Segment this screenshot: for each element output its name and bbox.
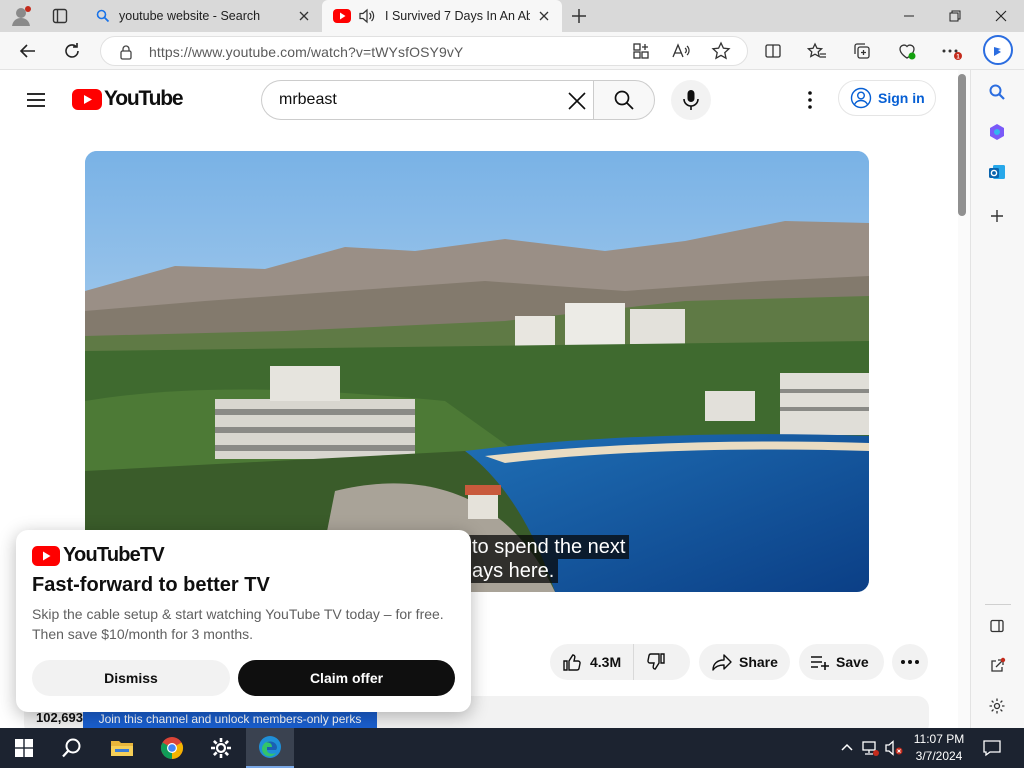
youtube-logo[interactable]: YouTube [72,87,184,111]
search-button[interactable] [593,80,655,120]
microphone-icon [683,90,699,110]
speaker-audio-icon[interactable] [358,8,376,24]
youtube-tv-logo: YouTubeTV [32,544,165,567]
system-clock[interactable]: 11:07 PM 3/7/2024 [906,731,972,765]
like-count: 4.3M [590,654,622,670]
favorite-star-icon[interactable] [710,40,732,62]
share-icon [712,654,732,671]
view-count: 102,693 [36,710,83,725]
dislike-button[interactable] [634,644,666,680]
split-screen-icon[interactable] [762,40,784,62]
like-dislike-group: 4.3M [550,644,690,680]
video-frame-image [85,151,869,592]
youtube-tv-promo-card: YouTubeTV Fast-forward to better TV Skip… [16,530,471,712]
notifications-icon[interactable] [982,738,1002,758]
caption-line-2: ays here. [468,559,559,583]
bing-copilot-icon[interactable] [983,35,1013,65]
clock-time: 11:07 PM [913,732,965,746]
edge-icon[interactable] [246,728,294,768]
profile-icon[interactable] [10,5,32,27]
collections-icon[interactable] [851,40,873,62]
share-label: Share [739,654,778,670]
hamburger-menu-icon[interactable] [24,88,48,112]
caption-line-1: to spend the next [468,535,630,559]
minimize-icon[interactable] [886,0,932,32]
browser-essentials-icon[interactable] [896,40,918,62]
brand-text: YouTubeTV [63,544,165,566]
close-window-icon[interactable] [978,0,1024,32]
youtube-tv-logo-icon [32,545,60,566]
back-icon[interactable] [17,40,39,62]
youtube-header: YouTube mrbeast Sign in [0,70,958,128]
share-button[interactable]: Share [699,644,790,680]
lock-icon[interactable] [119,44,133,60]
youtube-logo-icon [72,88,102,110]
hide-sidebar-icon[interactable] [985,614,1009,638]
clock-date: 3/7/2024 [915,749,963,763]
sign-in-label: Sign in [878,90,925,106]
windows-taskbar: 11:07 PM 3/7/2024 [0,728,1024,768]
tab-strip: youtube website - Search I Survived 7 Da… [0,0,1024,32]
new-tab-icon[interactable] [570,7,588,25]
save-label: Save [836,654,869,670]
sign-in-button[interactable]: Sign in [838,80,936,116]
show-hidden-icons-chevron-icon[interactable] [838,739,856,757]
search-query-text[interactable]: mrbeast [279,91,337,109]
search-input[interactable]: mrbeast [261,80,593,120]
start-icon[interactable] [0,728,48,768]
close-tab-icon[interactable] [536,8,552,24]
file-explorer-icon[interactable] [98,728,146,768]
logo-text: YouTube [104,87,184,110]
search-icon [614,90,634,110]
scrollbar-thumb[interactable] [958,74,966,216]
promo-body: Skip the cable setup & start watching Yo… [32,606,444,642]
more-options-icon[interactable]: 1 [940,40,962,62]
app-available-icon[interactable] [630,40,652,62]
add-to-playlist-icon [811,656,829,670]
voice-search-button[interactable] [671,80,711,120]
search-icon[interactable] [48,728,96,768]
outlook-icon[interactable] [985,160,1009,184]
sidebar-divider [985,604,1011,605]
volume-muted-icon[interactable] [884,739,904,757]
open-external-icon[interactable] [985,654,1009,678]
favorites-icon[interactable] [806,40,828,62]
close-tab-icon[interactable] [296,8,312,24]
more-actions-button[interactable] [892,644,928,680]
tab-actions-icon[interactable] [52,8,68,24]
dismiss-button[interactable]: Dismiss [32,660,230,696]
tab-title: I Survived 7 Days In An Aba [385,9,530,23]
video-player[interactable]: to spend the next ays here. [85,151,869,592]
search-tab-icon [96,9,110,23]
search-icon[interactable] [985,80,1009,104]
read-aloud-icon[interactable] [670,40,692,62]
more-horizontal-icon [901,660,919,664]
tab-title: youtube website - Search [119,9,261,23]
promo-heading: Fast-forward to better TV [32,574,270,596]
thumbs-up-icon [563,654,581,671]
edge-sidebar [970,70,1024,728]
claim-offer-button[interactable]: Claim offer [238,660,455,696]
url-text[interactable]: https://www.youtube.com/watch?v=tWYsfOSY… [149,44,463,60]
sidebar-settings-icon[interactable] [985,694,1009,718]
youtube-favicon-icon [333,9,351,23]
save-button[interactable]: Save [799,644,884,680]
tab-search[interactable]: youtube website - Search [84,0,322,32]
tab-video[interactable]: I Survived 7 Days In An Aba [322,0,562,32]
restore-icon[interactable] [932,0,978,32]
add-sidebar-app-icon[interactable] [985,204,1009,228]
thumbs-down-icon [647,653,665,670]
browser-toolbar: https://www.youtube.com/watch?v=tWYsfOSY… [0,32,1024,70]
account-icon [850,87,872,109]
clear-search-icon[interactable] [566,90,588,112]
copilot-icon[interactable] [985,120,1009,144]
settings-icon[interactable] [197,728,245,768]
network-icon[interactable] [860,739,880,757]
like-button[interactable]: 4.3M [550,644,635,680]
settings-more-icon[interactable] [798,88,822,112]
chrome-icon[interactable] [148,728,196,768]
refresh-icon[interactable] [61,40,83,62]
